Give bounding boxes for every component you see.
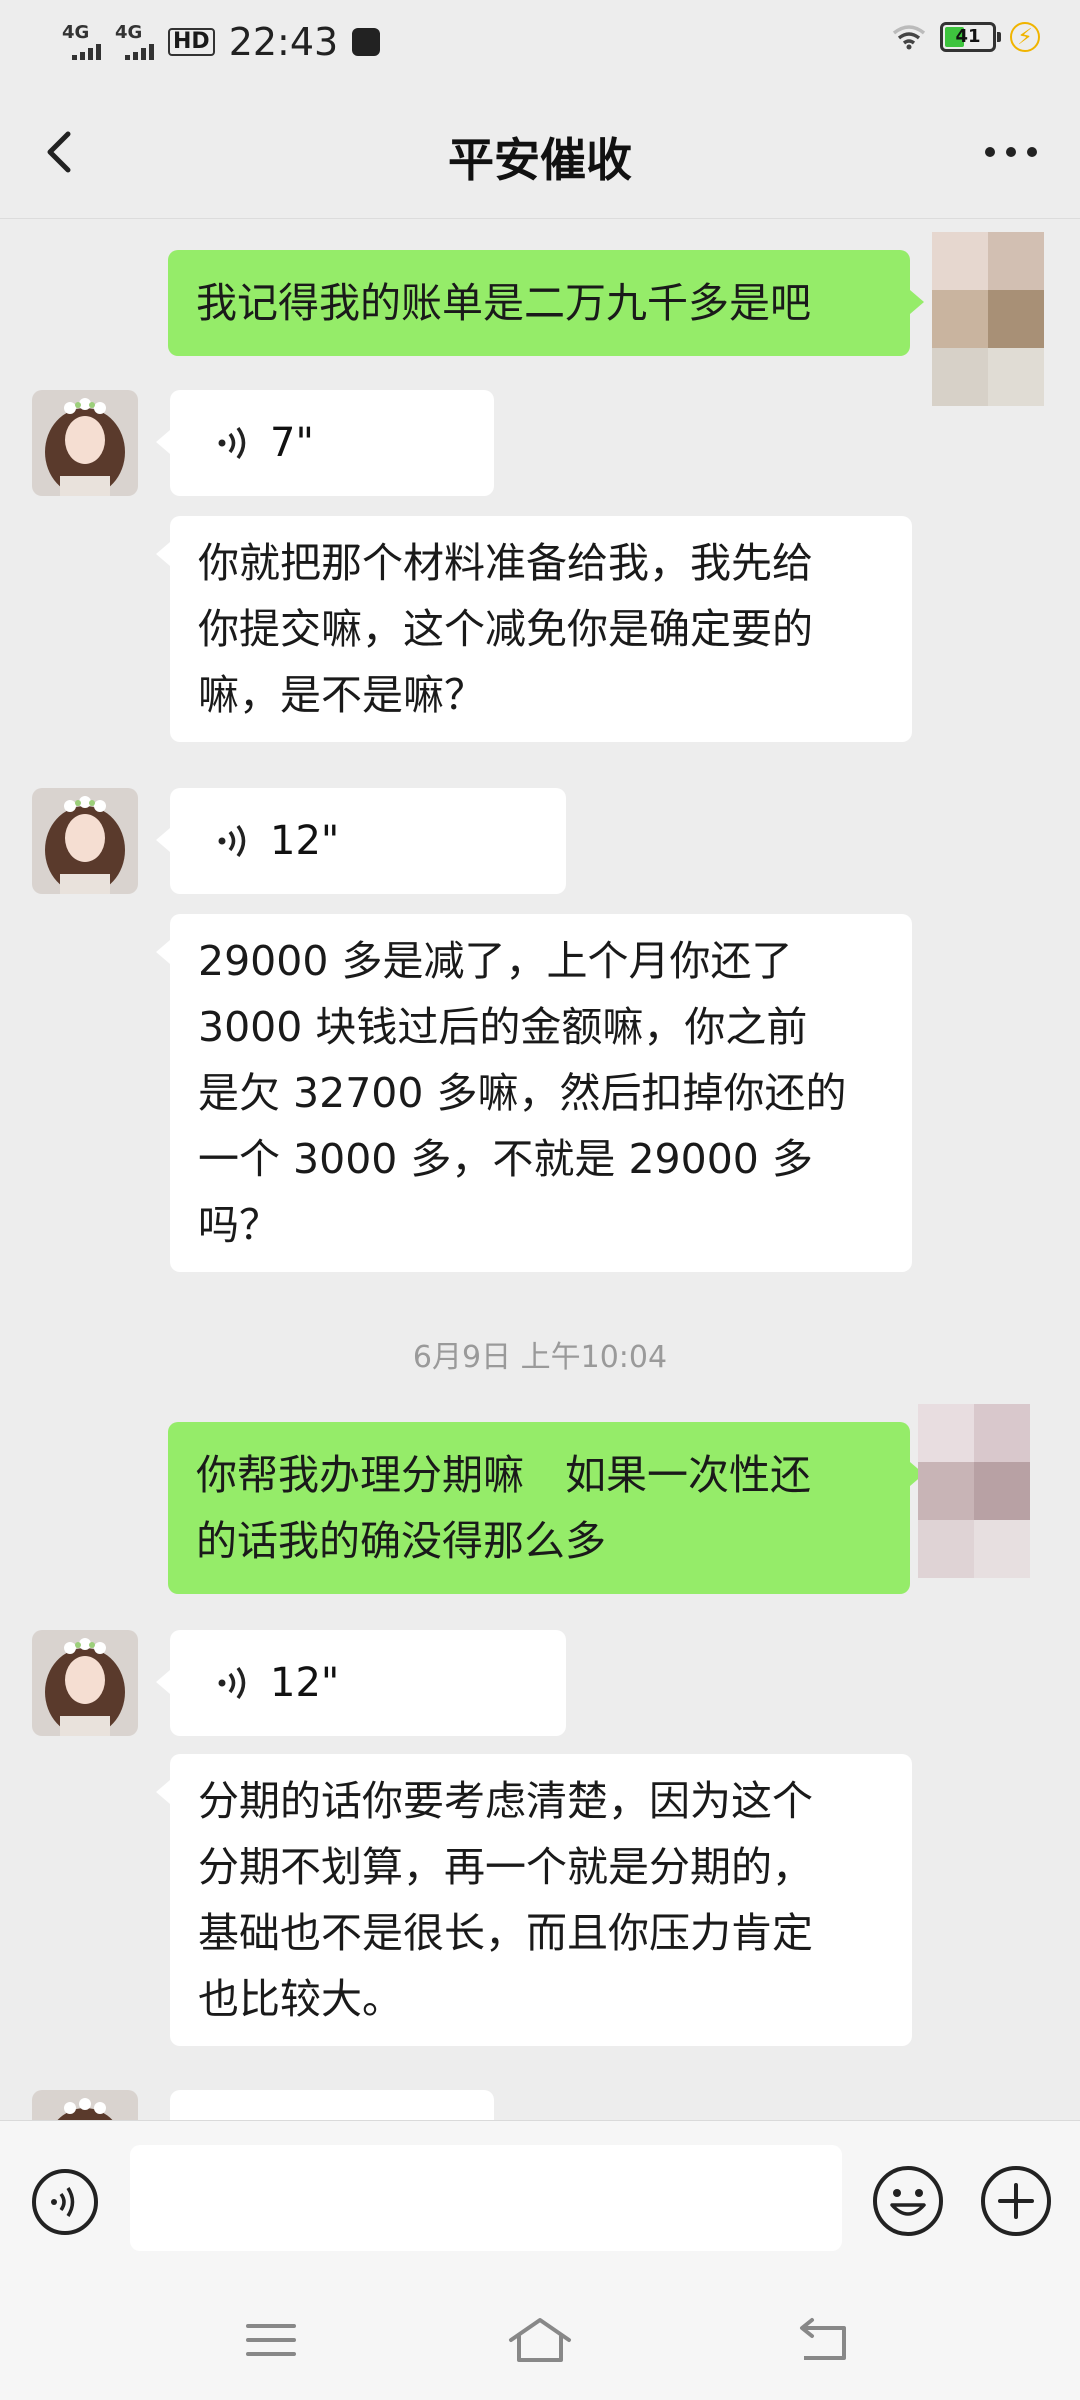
charging-icon: ⚡: [1010, 22, 1040, 52]
signal-2-icon: [125, 44, 154, 60]
message-line: 一个 3000 多，不就是 29000 多: [198, 1135, 813, 1183]
signal-1-icon: [72, 44, 101, 60]
outgoing-message[interactable]: 你帮我办理分期嘛 如果一次性还 的话我的确没得那么多: [168, 1422, 924, 1594]
voice-input-icon[interactable]: [30, 2167, 100, 2237]
voice-playback-icon: [218, 426, 246, 460]
status-left: 4G 4G HD 22:43: [62, 20, 381, 64]
message-line: 的话我的确没得那么多: [196, 1517, 606, 1565]
self-avatar-blurred[interactable]: [918, 1404, 1030, 1580]
message-line: 29000 多是减了，上个月你还了: [198, 937, 793, 985]
message-line: 基础也不是很长，而且你压力肯定: [198, 1909, 813, 1957]
voice-message[interactable]: 12": [156, 1630, 566, 1736]
voice-playback-icon: [218, 1666, 246, 1700]
battery-level: 41: [955, 26, 981, 47]
voice-playback-icon: [218, 824, 246, 858]
message-line: 分期的话你要考虑清楚，因为这个: [198, 1777, 813, 1825]
system-navigation-bar: [0, 2282, 1080, 2400]
message-line: 也比较大。: [198, 1975, 403, 2023]
incoming-message[interactable]: 29000 多是减了，上个月你还了 3000 块钱过后的金额嘛，你之前 是欠 3…: [156, 914, 912, 1272]
message-line: 嘛，是不是嘛？: [198, 671, 485, 719]
avatar-image: [32, 2090, 138, 2120]
status-time: 22:43: [228, 20, 339, 64]
hd-badge: HD: [168, 28, 215, 56]
avatar-image: [32, 788, 138, 894]
plus-icon[interactable]: [978, 2163, 1054, 2239]
notification-app-icon: [352, 28, 381, 56]
message-input[interactable]: [130, 2145, 842, 2251]
message-line: 你提交嘛，这个减免你是确定要的: [198, 605, 813, 653]
contact-avatar[interactable]: [32, 1630, 138, 1736]
voice-duration: 12": [270, 1660, 340, 1706]
signal-1: 4G: [62, 24, 101, 60]
incoming-message[interactable]: 你就把那个材料准备给我，我先给 你提交嘛，这个减免你是确定要的 嘛，是不是嘛？: [156, 516, 912, 742]
contact-avatar[interactable]: [32, 390, 138, 496]
signal-2: 4G: [115, 24, 154, 60]
message-timestamp: 6月9日 上午10:04: [412, 1340, 668, 1375]
voice-message[interactable]: 12": [156, 788, 566, 894]
message-line: 3000 块钱过后的金额嘛，你之前: [198, 1003, 808, 1051]
voice-message[interactable]: 7": [156, 390, 494, 496]
contact-avatar[interactable]: [32, 2090, 138, 2120]
signal-2-label: 4G: [115, 22, 143, 43]
more-dots-icon[interactable]: [976, 122, 1046, 182]
chat-header: 平安催收: [0, 84, 1080, 219]
message-line: 分期不划算，再一个就是分期的，: [198, 1843, 813, 1891]
status-bar: 4G 4G HD 22:43 41 ⚡: [0, 0, 1080, 84]
contact-avatar[interactable]: [32, 788, 138, 894]
chat-area[interactable]: 我记得我的账单是二万九千多是吧 7" 你就把那个材料准备给我，我先给 你提交嘛，…: [0, 218, 1080, 2120]
message-line: 你就把那个材料准备给我，我先给: [198, 539, 813, 587]
outgoing-message[interactable]: 我记得我的账单是二万九千多是吧: [168, 250, 924, 356]
voice-duration: 12": [270, 818, 340, 864]
voice-duration: 7": [270, 420, 314, 466]
emoji-icon[interactable]: [870, 2163, 946, 2239]
input-bar: [0, 2120, 1080, 2283]
battery-icon: 41: [940, 22, 1001, 52]
message-text: 我记得我的账单是二万九千多是吧: [196, 279, 811, 327]
menu-icon[interactable]: [236, 2310, 306, 2370]
message-line: 你帮我办理分期嘛 如果一次性还: [196, 1451, 811, 1499]
wifi-icon: [892, 25, 926, 50]
avatar-image: [32, 1630, 138, 1736]
back-icon[interactable]: [788, 2310, 858, 2370]
voice-message-partial[interactable]: [170, 2090, 494, 2120]
status-right: 41 ⚡: [892, 22, 1040, 52]
home-icon[interactable]: [505, 2310, 575, 2370]
message-line: 吗？: [198, 1201, 280, 1249]
message-line: 是欠 32700 多嘛，然后扣掉你还的: [198, 1069, 847, 1117]
self-avatar-blurred[interactable]: [932, 232, 1044, 408]
incoming-message[interactable]: 分期的话你要考虑清楚，因为这个 分期不划算，再一个就是分期的， 基础也不是很长，…: [156, 1754, 912, 2046]
avatar-image: [32, 390, 138, 496]
signal-1-label: 4G: [62, 22, 90, 43]
chat-title: 平安催收: [448, 133, 632, 187]
